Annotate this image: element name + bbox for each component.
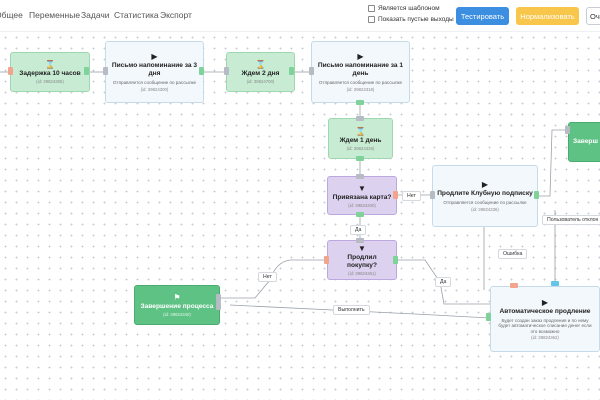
node-description: Будет создан заказ продления и по нему б… bbox=[498, 317, 592, 334]
is-template-option[interactable]: Является шаблоном bbox=[368, 5, 440, 12]
node-id: (id: 39824326) bbox=[346, 145, 375, 151]
node-description: Отправляется сообщение по рассылке bbox=[318, 80, 403, 86]
node-delay-10h[interactable]: ⌛ Задержка 10 часов (id: 39824306) bbox=[10, 52, 90, 92]
no-port[interactable] bbox=[393, 191, 398, 199]
node-description: Отправляется сообщение по рассылке bbox=[112, 80, 197, 86]
normalize-button[interactable]: Нормализовать bbox=[516, 7, 579, 25]
node-end-right[interactable]: Заверш bbox=[568, 122, 600, 162]
node-title: Продлил покупку? bbox=[347, 254, 377, 269]
node-card-attached[interactable]: ▼ Привязана карта? (id: 39824330) bbox=[327, 176, 397, 215]
play-icon: ▶ bbox=[481, 180, 489, 190]
tab-variables[interactable]: Переменные bbox=[29, 10, 80, 20]
edge-label-error[interactable]: Ошибка bbox=[498, 249, 528, 259]
filter-icon: ▼ bbox=[358, 183, 366, 193]
input-port[interactable] bbox=[309, 67, 314, 75]
flag-icon: ⚑ bbox=[173, 293, 181, 302]
node-id: (id: 39824330) bbox=[348, 202, 376, 208]
edge-label-yes-card[interactable]: Да bbox=[350, 225, 367, 235]
edge-label-yes-purchase[interactable]: Да bbox=[435, 277, 452, 287]
node-title: Ждем 1 день bbox=[339, 136, 382, 144]
play-icon: ▶ bbox=[541, 297, 549, 307]
edge-label-no-purchase[interactable]: Нет bbox=[258, 272, 277, 282]
yes-port[interactable] bbox=[356, 212, 364, 217]
no-port[interactable] bbox=[324, 256, 329, 264]
node-title: Привязана карта? bbox=[332, 193, 392, 201]
tab-general[interactable]: Общее bbox=[0, 10, 23, 20]
node-title: Заверш bbox=[573, 138, 598, 145]
node-title: Продлите Клубную подписку bbox=[437, 190, 533, 198]
input-port[interactable] bbox=[356, 174, 364, 179]
clear-button[interactable]: Оч bbox=[586, 7, 600, 25]
show-empty-outputs-option[interactable]: Показать пустые выходы bbox=[368, 16, 454, 23]
input-port[interactable] bbox=[430, 191, 435, 199]
node-title: Ждем 2 дня bbox=[241, 70, 280, 77]
hourglass-icon: ⌛ bbox=[355, 126, 366, 136]
play-icon: ▶ bbox=[151, 52, 158, 62]
input-port[interactable] bbox=[216, 294, 221, 302]
input-port[interactable] bbox=[486, 313, 491, 321]
filter-icon: ▼ bbox=[358, 244, 366, 253]
tab-tasks[interactable]: Задачи bbox=[81, 10, 110, 20]
node-wait-2-days[interactable]: ⌛ Ждем 2 дня (id: 39824700) bbox=[226, 52, 295, 92]
test-button[interactable]: Тестировать bbox=[456, 7, 509, 25]
node-letter-1-day[interactable]: ▶ Письмо напоминание за 1 день Отправляе… bbox=[311, 41, 410, 103]
output-port[interactable] bbox=[199, 67, 204, 75]
top-bar: Общее Переменные Задачи Статистика Экспо… bbox=[0, 0, 600, 32]
node-wait-1-day[interactable]: ⌛ Ждем 1 день (id: 39824326) bbox=[328, 118, 393, 159]
node-letter-3-days[interactable]: ▶ Письмо напоминание за 3 дня Отправляет… bbox=[105, 41, 204, 103]
output-port[interactable] bbox=[534, 191, 539, 199]
input-port[interactable] bbox=[224, 67, 229, 75]
node-id: (id: 39824336) bbox=[471, 206, 499, 212]
edge-label-done[interactable]: Выполнить bbox=[333, 305, 370, 315]
node-title: Письмо напоминание за 3 дня bbox=[111, 62, 198, 78]
node-id: (id: 39824318) bbox=[346, 86, 375, 92]
edge-club-endright bbox=[538, 129, 568, 197]
hourglass-icon: ⌛ bbox=[45, 60, 55, 69]
node-title: Автоматическое продление bbox=[499, 307, 591, 315]
is-template-label: Является шаблоном bbox=[378, 5, 440, 12]
node-id: (id: 39824351) bbox=[348, 271, 376, 276]
show-empty-outputs-label: Показать пустые выходы bbox=[378, 16, 454, 23]
node-id: (id: 39824340) bbox=[163, 312, 191, 317]
play-icon: ▶ bbox=[357, 52, 364, 62]
output-port[interactable] bbox=[84, 67, 89, 75]
edge-label-user-cancel[interactable]: Пользователь отклон bbox=[542, 215, 600, 225]
error-port[interactable] bbox=[510, 283, 518, 288]
node-id: (id: 39824306) bbox=[36, 79, 64, 84]
cancel-port[interactable] bbox=[551, 281, 559, 286]
node-title: Задержка 10 часов bbox=[19, 70, 81, 77]
node-id: (id: 39824362) bbox=[531, 335, 559, 341]
node-id: (id: 39824700) bbox=[246, 79, 275, 84]
input-port[interactable] bbox=[565, 126, 570, 134]
input-port[interactable] bbox=[103, 67, 108, 75]
yes-port[interactable] bbox=[393, 256, 398, 264]
output-port[interactable] bbox=[289, 67, 294, 75]
is-template-checkbox[interactable] bbox=[368, 5, 375, 12]
output-port[interactable] bbox=[356, 100, 364, 105]
input-port[interactable] bbox=[8, 67, 13, 75]
input-port[interactable] bbox=[356, 238, 364, 243]
node-purchase-extended[interactable]: ▼ Продлил покупку? (id: 39824351) bbox=[327, 240, 397, 280]
node-description: Отправляется сообщение по рассылке bbox=[443, 200, 527, 206]
node-title: Завершение процесса bbox=[140, 303, 214, 310]
node-end-process[interactable]: ⚑ Завершение процесса (id: 39824340) bbox=[134, 285, 220, 325]
node-title: Письмо напоминание за 1 день bbox=[317, 62, 404, 78]
input-port[interactable] bbox=[216, 302, 221, 310]
node-id: (id: 39824300) bbox=[140, 86, 169, 92]
node-auto-renewal[interactable]: ▶ Автоматическое продление Будет создан … bbox=[490, 286, 600, 352]
show-empty-outputs-checkbox[interactable] bbox=[368, 16, 375, 23]
node-club-subscription[interactable]: ▶ Продлите Клубную подписку Отправляется… bbox=[432, 165, 538, 227]
tab-statistics[interactable]: Статистика bbox=[114, 10, 159, 20]
hourglass-icon: ⌛ bbox=[255, 60, 266, 69]
output-port[interactable] bbox=[356, 156, 364, 161]
input-port[interactable] bbox=[356, 116, 364, 121]
tab-export[interactable]: Экспорт bbox=[160, 10, 192, 20]
edge-label-no-card[interactable]: Нет bbox=[402, 191, 421, 201]
